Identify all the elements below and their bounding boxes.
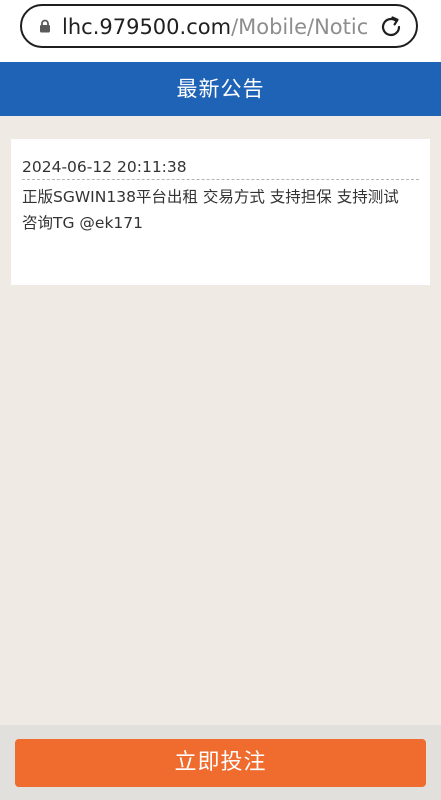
url-text: lhc.979500.com/Mobile/Notic <box>62 14 372 40</box>
footer-bar: 立即投注 <box>0 725 441 800</box>
browser-address-bar: lhc.979500.com/Mobile/Notic <box>0 0 441 62</box>
url-field[interactable]: lhc.979500.com/Mobile/Notic <box>20 4 418 48</box>
url-path: /Mobile/Notic <box>231 15 369 39</box>
url-host: lhc.979500.com <box>62 15 232 39</box>
notice-text: 正版SGWIN138平台出租 交易方式 支持担保 支持测试 咨询TG @ek17… <box>22 188 399 232</box>
bet-now-button[interactable]: 立即投注 <box>15 739 426 787</box>
notice-datetime: 2024-06-12 20:11:38 <box>22 157 419 180</box>
reload-icon[interactable] <box>378 14 404 40</box>
lock-icon <box>40 19 50 33</box>
page-title: 最新公告 <box>0 62 441 116</box>
notice-item[interactable]: 2024-06-12 20:11:38 正版SGWIN138平台出租 交易方式 … <box>11 139 430 285</box>
